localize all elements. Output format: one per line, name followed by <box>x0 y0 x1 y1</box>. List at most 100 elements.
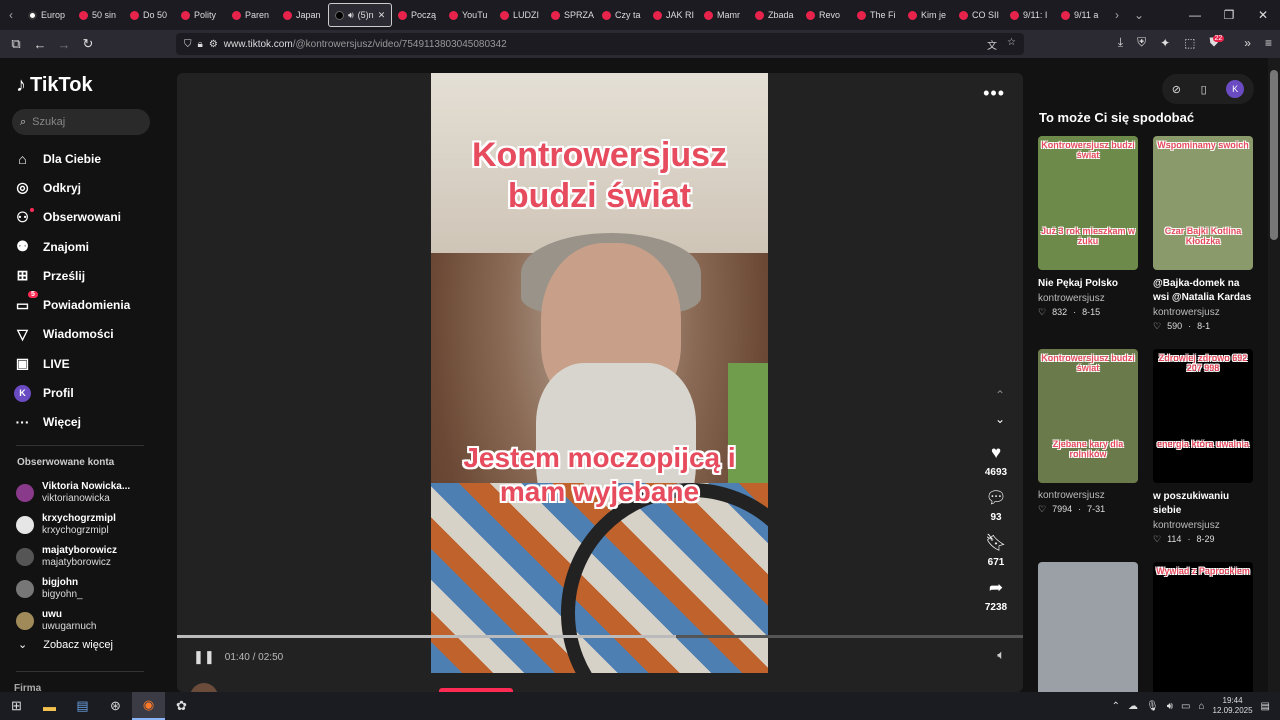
recommended-video-author[interactable]: kontrowersjusz <box>1153 307 1255 318</box>
browser-tab[interactable]: Mamr <box>698 3 749 27</box>
clock[interactable]: 19:44 12.09.2025 <box>1213 696 1253 716</box>
recommended-video[interactable]: Wspominamy swoich Czar Bajki Kotlina Kłod… <box>1153 136 1255 332</box>
close-window-icon[interactable]: ✕ <box>1246 8 1280 22</box>
search-box[interactable]: ⌕ <box>12 109 150 135</box>
minimize-icon[interactable]: — <box>1178 8 1212 22</box>
recommended-video-thumbnail[interactable]: Zdrowiej zdrowo 692 207 998 energia która… <box>1153 349 1253 483</box>
recommended-video-thumbnail[interactable]: Wspominamy swoich Czar Bajki Kotlina Kłod… <box>1153 136 1253 270</box>
sidebar-item-home[interactable]: ⌂ Dla Ciebie <box>14 144 130 173</box>
avatar[interactable] <box>16 548 34 566</box>
cloud-icon[interactable]: ☁ <box>1128 701 1138 712</box>
followed-account[interactable]: Viktoria Nowicka... viktorianowicka <box>16 477 130 509</box>
recommended-video-thumbnail[interactable]: Kontrowersjusz budzi świat Już 3 rok mies… <box>1038 136 1138 270</box>
browser-tab[interactable]: JAK RI <box>647 3 698 27</box>
recommended-video-title[interactable]: @Bajka-domek na wsi @Natalia Kardas <box>1153 277 1255 305</box>
like-heart-icon[interactable]: ♥ <box>991 443 1001 463</box>
recommended-video[interactable]: Zdrowiej zdrowo 692 207 998 energia która… <box>1153 349 1255 545</box>
recommended-video-thumbnail[interactable]: Kontrowersjusz budzi świat Zjebane kary d… <box>1038 349 1138 483</box>
mobile-device-icon[interactable]: ▯ <box>1201 83 1207 96</box>
firefox-icon[interactable]: ◉ <box>132 692 165 720</box>
more-options-icon[interactable]: ••• <box>983 83 1005 104</box>
browser-tab[interactable]: 50 sin <box>73 3 124 27</box>
back-icon[interactable]: ← <box>28 37 52 52</box>
followed-account[interactable]: bigjohn bigyohn_ <box>16 573 130 605</box>
browser-tab[interactable]: Europ <box>22 3 73 27</box>
display-icon[interactable]: ▭ <box>1181 701 1190 712</box>
browser-tab[interactable]: Czy ta <box>596 3 647 27</box>
avatar[interactable] <box>16 580 34 598</box>
overflow-chevrons-icon[interactable]: » <box>1244 36 1251 50</box>
recommended-video[interactable]: Kontrowersjusz budzi świat Już 3 rok mies… <box>1038 136 1140 318</box>
sidebar-item-friends[interactable]: ⚉ Znajomi <box>14 232 130 261</box>
volume-icon[interactable]: 🔈︎ <box>997 647 1005 663</box>
browser-tab[interactable]: Zbada <box>749 3 800 27</box>
reload-icon[interactable]: ↻ <box>76 36 100 52</box>
network-icon[interactable]: ⌂ <box>1198 701 1204 712</box>
translate-icon[interactable]: 文 <box>987 37 997 52</box>
browser-tab[interactable]: LUDZI <box>494 3 545 27</box>
pause-icon[interactable]: ❚❚ <box>193 649 215 665</box>
tiktok-logo[interactable]: ♪ TikTok <box>16 74 93 97</box>
sidebar-item-more[interactable]: ··· Więcej <box>14 408 130 437</box>
followed-account[interactable]: majatyborowicz majatyborowicz <box>16 541 130 573</box>
video-frame[interactable]: Kontrowersjusz budzi świat Jestem moczop… <box>431 73 768 673</box>
comment-icon[interactable]: 💬︎ <box>985 488 1007 508</box>
recommended-video-thumbnail[interactable] <box>1038 562 1138 692</box>
browser-tab[interactable]: SPRZA <box>545 3 596 27</box>
steam-icon[interactable]: ⊛ <box>99 692 132 720</box>
monitor-app-icon[interactable]: ▤ <box>66 692 99 720</box>
app-icon[interactable]: ✿ <box>165 692 198 720</box>
restore-icon[interactable]: ❐ <box>1212 8 1246 22</box>
browser-tab[interactable]: CO SII <box>953 3 1004 27</box>
avatar[interactable] <box>16 612 34 630</box>
recommended-video-author[interactable]: kontrowersjusz <box>1038 490 1140 501</box>
downloads-icon[interactable]: ⤓ <box>1118 35 1123 50</box>
vpn-shield-icon[interactable]: ⛨ <box>1137 35 1146 50</box>
recommended-video[interactable] <box>1038 562 1140 692</box>
tray-chevron-up-icon[interactable]: ⌃ <box>1112 701 1120 712</box>
browser-tab[interactable]: The Fi <box>851 3 902 27</box>
extensions-icon[interactable]: ⬚ <box>1184 36 1195 50</box>
browser-tab[interactable]: Paren <box>226 3 277 27</box>
notifications-icon[interactable]: ▤ <box>1261 701 1270 712</box>
followed-account[interactable]: uwu uwugarnuch <box>16 605 130 637</box>
recommended-video[interactable]: Kontrowersjusz budzi świat Zjebane kary d… <box>1038 349 1140 515</box>
browser-tab[interactable]: Polity <box>175 3 226 27</box>
video-player[interactable]: Kontrowersjusz budzi świat Jestem moczop… <box>177 73 1023 692</box>
share-arrow-icon[interactable]: ➦ <box>989 578 1003 598</box>
browser-tab[interactable]: 🔊︎ (5)n ✕ <box>328 3 392 27</box>
hamburger-menu-icon[interactable]: ≡ <box>1265 36 1272 50</box>
sidebar-item-live[interactable]: ▣ LIVE <box>14 349 130 378</box>
browser-tab[interactable]: Kim je <box>902 3 953 27</box>
tab-scroll-right-icon[interactable]: › <box>1106 8 1128 22</box>
recommended-video[interactable]: Wywiad z Paprockiem <box>1153 562 1255 692</box>
shield-icon[interactable]: ⛉ <box>184 39 192 50</box>
sidebar-item-following[interactable]: ⚇ Obserwowani <box>14 203 130 232</box>
search-input[interactable] <box>32 116 133 128</box>
speaker-icon[interactable]: 🔊︎ <box>1167 701 1173 712</box>
tab-audio-icon[interactable]: 🔊︎ <box>348 10 354 21</box>
recommended-video-thumbnail[interactable]: Wywiad z Paprockiem <box>1153 562 1253 692</box>
windows-start-icon[interactable]: ⊞ <box>0 692 33 720</box>
tab-close-icon[interactable]: ✕ <box>378 10 386 21</box>
next-video-chevron-down-icon[interactable]: ⌄ <box>995 412 1005 426</box>
avatar[interactable] <box>16 484 34 502</box>
author-row[interactable]: kontrowersjusz <box>190 683 314 692</box>
browser-tab[interactable]: 9/11 a <box>1055 3 1106 27</box>
bookmark-icon[interactable]: 🔖︎ <box>985 533 1007 553</box>
ublock-icon[interactable]: ⛊22 <box>1209 35 1230 50</box>
sidebar-item-compass[interactable]: ◎ Odkryj <box>14 173 130 202</box>
microphone-icon[interactable]: 🎙︎ <box>1146 701 1159 712</box>
followed-account[interactable]: krxychogrzmipl krxychogrzmipl <box>16 509 130 541</box>
recommended-video-author[interactable]: kontrowersjusz <box>1038 293 1140 304</box>
permissions-icon[interactable]: ⚙ <box>209 39 218 50</box>
browser-tab[interactable]: Japan <box>277 3 328 27</box>
previous-video-chevron-up-icon[interactable]: ⌃ <box>995 388 1005 402</box>
tab-scroll-left-icon[interactable]: ‹ <box>0 8 22 22</box>
browser-tab[interactable]: 9/11: I <box>1004 3 1055 27</box>
see-more-button[interactable]: ⌄ Zobacz więcej <box>18 638 113 652</box>
compass-icon[interactable]: ⊘ <box>1172 83 1181 96</box>
page-scrollbar[interactable] <box>1268 58 1280 692</box>
browser-tab[interactable]: Do 50 <box>124 3 175 27</box>
tab-list-chevron-down-icon[interactable]: ⌄ <box>1128 8 1150 22</box>
